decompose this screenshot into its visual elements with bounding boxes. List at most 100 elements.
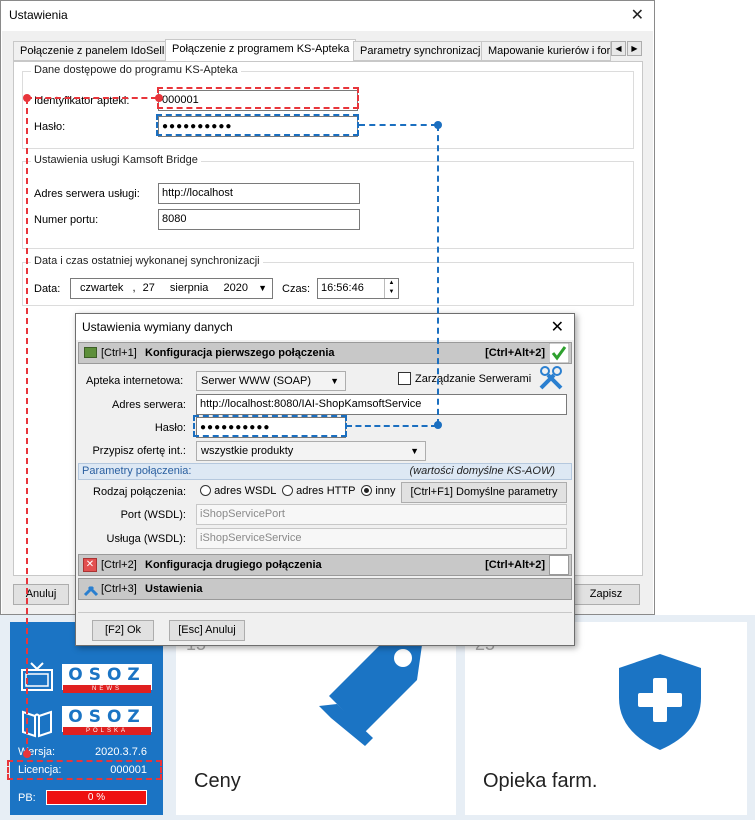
- window-close-button[interactable]: ✕: [631, 5, 644, 25]
- osoz-news-logo: OSOZ NEWS: [62, 664, 152, 693]
- dialog-server-input[interactable]: http://localhost:8080/IAI-ShopKamsoftSer…: [196, 394, 567, 415]
- tab-scroll-right-button[interactable]: ▶: [627, 41, 642, 56]
- section-settings[interactable]: [Ctrl+3] Ustawienia: [78, 578, 572, 600]
- ok-button[interactable]: [F2] Ok: [92, 620, 154, 641]
- pb-label: PB:: [18, 792, 36, 804]
- tools-icon: [83, 585, 99, 597]
- time-value: 16:56:46: [321, 282, 364, 294]
- service-wsdl-label: Usługa (WSDL):: [106, 533, 186, 545]
- port-wsdl-label: Port (WSDL):: [120, 509, 186, 521]
- conn-type-label: Rodzaj połączenia:: [93, 486, 186, 498]
- section1-shortcut: [Ctrl+1]: [101, 347, 137, 359]
- section1-hotkey: [Ctrl+Alt+2]: [485, 347, 545, 359]
- tab-sync-params[interactable]: Parametry synchronizacji: [353, 41, 490, 61]
- port-wsdl-input[interactable]: iShopServicePort: [196, 504, 567, 525]
- section-first-connection[interactable]: [Ctrl+1] Konfiguracja pierwszego połącze…: [78, 342, 572, 364]
- tab-scroll-left-button[interactable]: ◀: [611, 41, 626, 56]
- checkmark-icon: [549, 343, 569, 363]
- bridge-group-label: Ustawienia usługi Kamsoft Bridge: [31, 154, 201, 166]
- annotation-red-dot-bottom: [23, 750, 31, 758]
- service-wsdl-input[interactable]: iShopServiceService: [196, 528, 567, 549]
- chevron-down-icon: ▼: [410, 446, 419, 456]
- default-params-button[interactable]: [Ctrl+F1] Domyślne parametry: [401, 482, 567, 503]
- annotation-blue-line-vertical: [437, 125, 439, 425]
- annotation-blue-box-main-password: [156, 114, 359, 136]
- annotation-red-box-id: [157, 87, 359, 109]
- annotation-blue-line-bottom: [346, 425, 437, 427]
- dialog-password-label: Hasło:: [154, 422, 186, 434]
- date-label: Data:: [34, 283, 61, 295]
- pharmacy-type-select[interactable]: Serwer WWW (SOAP) ▼: [196, 371, 346, 391]
- radio-other[interactable]: [361, 485, 373, 496]
- tab-courier-mapping[interactable]: Mapowanie kurierów i form: [481, 41, 611, 61]
- radio-http[interactable]: [282, 485, 294, 496]
- tools-icon[interactable]: [538, 365, 564, 391]
- server-address-input[interactable]: http://localhost: [158, 183, 360, 204]
- time-label: Czas:: [282, 283, 311, 295]
- tab-ks-apteka[interactable]: Połączenie z programem KS-Apteka: [165, 39, 357, 62]
- osoz-polska-logo: OSOZ POLSKA: [62, 706, 152, 735]
- tab-strip: Połączenie z panelem IdoSell Połączenie …: [13, 39, 643, 62]
- tile-ceny[interactable]: 15 Ceny: [176, 622, 456, 815]
- shield-cross-icon: [619, 654, 701, 750]
- radio-wsdl-label: adres WSDL: [214, 485, 277, 497]
- date-picker[interactable]: czwartek , 27 sierpnia 2020 ▼: [70, 278, 273, 299]
- bridge-group: Ustawienia usługi Kamsoft Bridge: [22, 154, 634, 249]
- params-note: (wartości domyślne KS-AOW): [409, 465, 555, 477]
- time-spinner-icon[interactable]: ▲ ▼: [384, 279, 398, 298]
- launcher-sidebar: OSOZ NEWS OSOZ POLSKA Wersja: 2020.3.7.6…: [10, 622, 163, 815]
- pharmacy-type-value: Serwer WWW (SOAP): [201, 375, 311, 387]
- section2-title: Konfiguracja drugiego połączenia: [145, 559, 322, 571]
- tile-opieka[interactable]: 25 Opieka farm.: [465, 622, 747, 815]
- keyboard-icon: [84, 347, 97, 358]
- radio-http-label: adres HTTP: [296, 485, 356, 497]
- tab-idosell[interactable]: Połączenie z panelem IdoSell: [13, 41, 172, 61]
- annotation-red-line-top: [26, 97, 157, 99]
- dialog-cancel-button[interactable]: [Esc] Anuluj: [169, 620, 245, 641]
- params-label: Parametry połączenia:: [82, 465, 192, 477]
- annotation-blue-box-dialog-password: [193, 415, 347, 437]
- radio-wsdl[interactable]: [200, 485, 211, 496]
- dialog-title: Ustawienia wymiany danych: [82, 320, 233, 334]
- tile-opieka-title: Opieka farm.: [483, 770, 598, 792]
- annotation-blue-line-top: [359, 124, 437, 126]
- section2-hotkey: [Ctrl+Alt+2]: [485, 559, 545, 571]
- save-button[interactable]: Zapisz: [572, 584, 640, 605]
- server-address-label: Adres serwera usługi:: [34, 188, 140, 200]
- disabled-x-icon: ✕: [83, 558, 97, 572]
- dialog-server-label: Adres serwera:: [112, 399, 186, 411]
- offer-select[interactable]: wszystkie produkty ▼: [196, 441, 426, 461]
- conn-type-radio-group: adres WSDL adres HTTP inny: [200, 485, 396, 497]
- date-year: 2020: [223, 282, 248, 294]
- port-number-label: Numer portu:: [34, 214, 99, 226]
- pb-progress-text: 0 %: [87, 792, 106, 803]
- footer-divider: [78, 612, 572, 613]
- params-bar: Parametry połączenia: (wartości domyślne…: [78, 463, 572, 480]
- version-value: 2020.3.7.6: [95, 746, 147, 758]
- manage-servers-checkbox[interactable]: [398, 372, 411, 385]
- section-second-connection[interactable]: ✕ [Ctrl+2] Konfiguracja drugiego połącze…: [78, 554, 572, 576]
- chevron-down-icon: ▼: [258, 283, 267, 293]
- pb-progress-bar: 0 %: [46, 790, 147, 805]
- empty-check-icon: [549, 555, 569, 575]
- sync-group-label: Data i czas ostatniej wykonanej synchron…: [31, 255, 263, 267]
- offer-label: Przypisz ofertę int.:: [92, 445, 186, 457]
- port-number-input[interactable]: 8080: [158, 209, 360, 230]
- radio-other-label: inny: [375, 485, 396, 497]
- access-group-label: Dane dostępowe do programu KS-Apteka: [31, 64, 241, 76]
- window-title: Ustawienia: [9, 8, 68, 22]
- chevron-down-icon: ▼: [330, 376, 339, 386]
- date-day: 27: [142, 282, 155, 294]
- manage-servers-label: Zarządzanie Serwerami: [415, 373, 532, 385]
- cancel-button[interactable]: Anuluj: [13, 584, 69, 605]
- password-label: Hasło:: [34, 121, 66, 133]
- date-month: sierpnia: [169, 282, 209, 294]
- section3-shortcut: [Ctrl+3]: [101, 583, 137, 595]
- annotation-red-box-license: [7, 760, 162, 780]
- dialog-close-button[interactable]: ✕: [551, 317, 564, 337]
- data-exchange-dialog: Ustawienia wymiany danych ✕ [Ctrl+1] Kon…: [75, 313, 575, 646]
- time-picker[interactable]: 16:56:46 ▲ ▼: [317, 278, 399, 299]
- date-day-name: czwartek: [80, 282, 124, 294]
- section2-shortcut: [Ctrl+2]: [101, 559, 137, 571]
- section3-title: Ustawienia: [145, 583, 203, 595]
